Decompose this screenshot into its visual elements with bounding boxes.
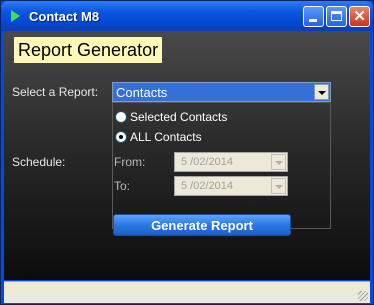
report-select-value: Contacts — [116, 85, 168, 100]
close-button[interactable]: ✕ — [349, 6, 370, 27]
minimize-icon — [309, 19, 317, 22]
title-bar[interactable]: Contact M8 ✕ — [1, 1, 373, 31]
page-title: Report Generator — [14, 37, 163, 63]
maximize-button[interactable] — [326, 6, 347, 27]
schedule-label: Schedule: — [12, 155, 66, 169]
from-label: From: — [114, 155, 146, 169]
to-label: To: — [114, 179, 131, 193]
app-window: Contact M8 ✕ Report Generator Select a R… — [0, 0, 374, 305]
selected-contacts-label[interactable]: Selected Contacts — [130, 110, 227, 124]
selected-contacts-radio[interactable] — [115, 111, 127, 123]
minimize-button[interactable] — [303, 6, 324, 27]
generate-report-button[interactable]: Generate Report — [113, 214, 291, 236]
window-title: Contact M8 — [29, 9, 100, 24]
from-date-value: 5 /02/2014 — [181, 156, 233, 168]
to-date-dropdown[interactable] — [271, 178, 286, 194]
report-select[interactable]: Contacts — [112, 82, 331, 102]
play-arrow-icon — [11, 10, 20, 22]
close-icon: ✕ — [353, 8, 366, 25]
resize-grip-icon[interactable] — [358, 291, 368, 301]
to-date-value: 5 /02/2014 — [181, 180, 233, 192]
to-date-picker[interactable]: 5 /02/2014 — [174, 176, 288, 196]
from-date-picker[interactable]: 5 /02/2014 — [174, 152, 288, 172]
status-bar — [4, 281, 370, 303]
maximize-icon — [331, 11, 342, 21]
client-area: Report Generator Select a Report: Contac… — [4, 31, 370, 280]
all-contacts-radio[interactable] — [115, 131, 127, 143]
from-date-dropdown[interactable] — [271, 154, 286, 170]
chevron-down-icon — [275, 185, 283, 189]
all-contacts-label[interactable]: ALL Contacts — [130, 130, 202, 144]
chevron-down-icon — [318, 91, 326, 95]
report-label: Select a Report: — [12, 85, 99, 99]
report-dropdown-button[interactable] — [314, 84, 329, 100]
chevron-down-icon — [275, 161, 283, 165]
